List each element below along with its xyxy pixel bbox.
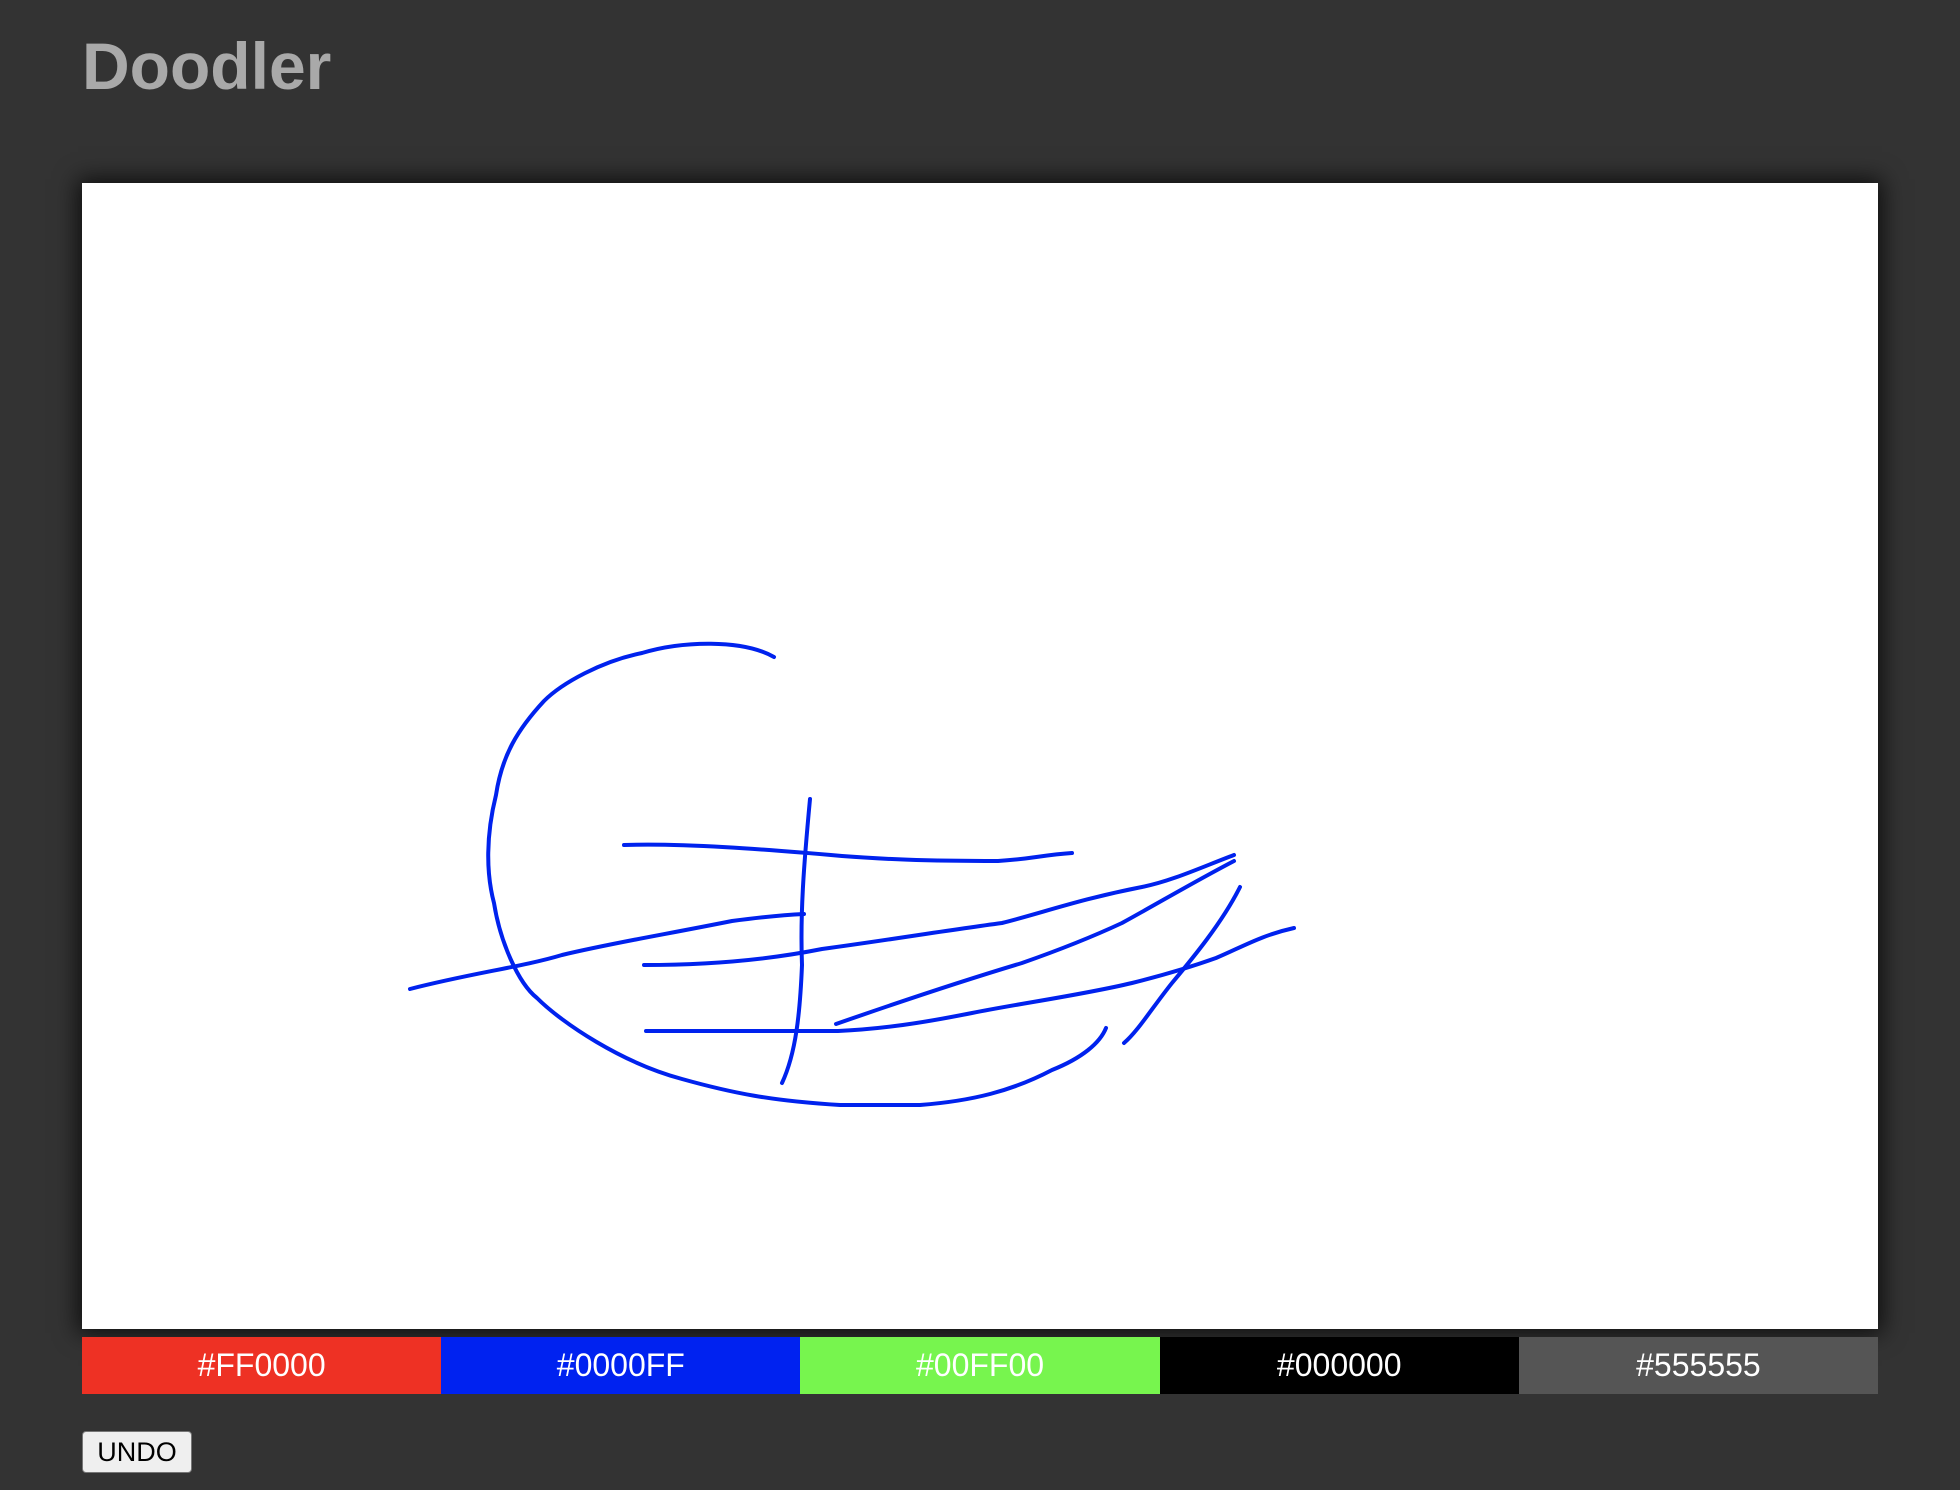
swatch-black[interactable]: #000000 [1159, 1337, 1519, 1394]
doodle-stroke [834, 859, 1236, 1026]
swatch-blue[interactable]: #0000FF [441, 1337, 801, 1394]
doodle-stroke [780, 797, 812, 1085]
swatch-gray[interactable]: #555555 [1518, 1337, 1879, 1394]
undo-button[interactable]: UNDO [82, 1431, 192, 1473]
doodle-stroke [622, 842, 1074, 863]
doodler-app: Doodler #FF0000 #0000FF #00FF00 #000000 … [0, 0, 1960, 1490]
drawing-canvas[interactable] [82, 183, 1878, 1329]
color-palette: #FF0000 #0000FF #00FF00 #000000 #555555 [82, 1337, 1879, 1394]
swatch-green[interactable]: #00FF00 [800, 1337, 1160, 1394]
drawing-surface[interactable] [82, 183, 1878, 1329]
swatch-red[interactable]: #FF0000 [82, 1337, 442, 1394]
doodle-stroke [408, 912, 806, 991]
app-title: Doodler [82, 29, 332, 103]
